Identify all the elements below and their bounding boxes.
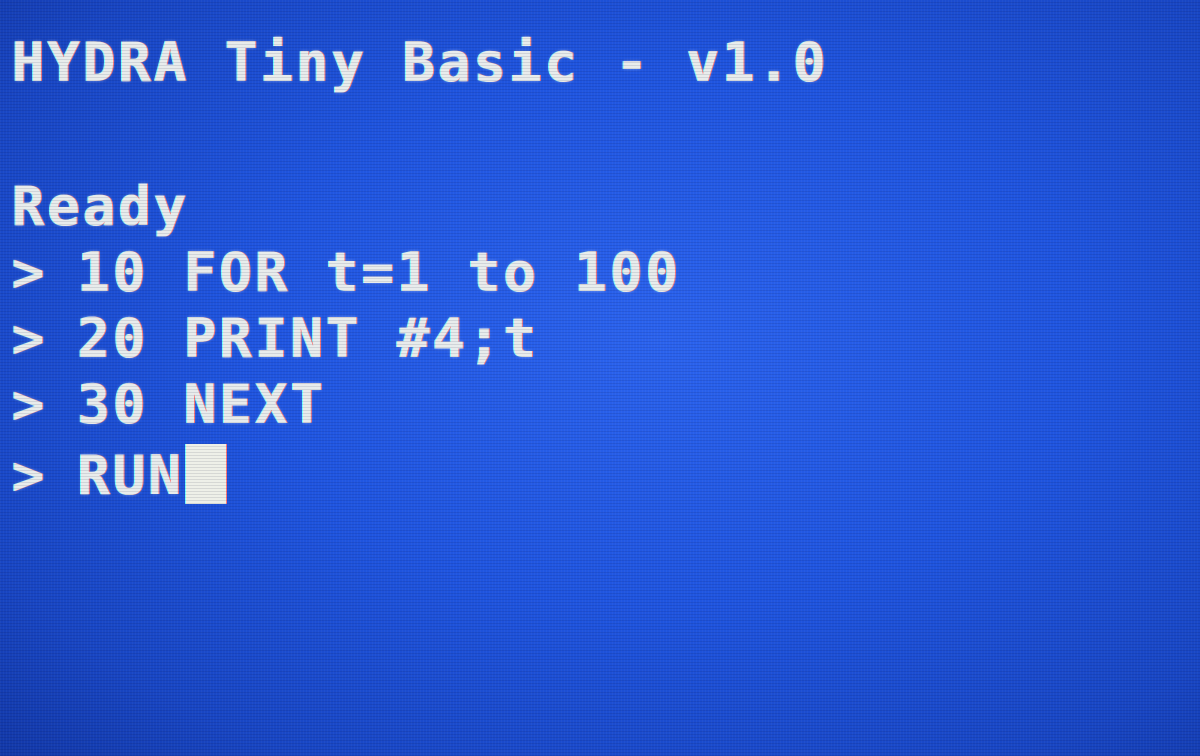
- prompt-symbol: >: [12, 444, 48, 507]
- command-input-line[interactable]: > RUN: [12, 444, 227, 507]
- program-line: >30 NEXT: [12, 378, 326, 432]
- program-line-text: 20 PRINT #4;t: [77, 307, 540, 370]
- text-cursor: [186, 444, 227, 504]
- prompt-symbol: >: [12, 241, 48, 304]
- prompt-symbol: >: [12, 373, 48, 436]
- prompt-symbol: >: [12, 307, 48, 370]
- program-line: >10 FOR t=1 to 100: [12, 246, 681, 300]
- terminal-screen[interactable]: HYDRA Tiny Basic - v1.0 Ready >10 FOR t=…: [0, 0, 1200, 756]
- program-line-text: 30 NEXT: [77, 373, 327, 436]
- program-line-text: 10 FOR t=1 to 100: [77, 241, 682, 304]
- program-line: >20 PRINT #4;t: [12, 312, 539, 366]
- command-input-text[interactable]: RUN: [78, 444, 185, 507]
- ready-status: Ready: [12, 175, 190, 238]
- banner-title: HYDRA Tiny Basic - v1.0: [12, 31, 829, 94]
